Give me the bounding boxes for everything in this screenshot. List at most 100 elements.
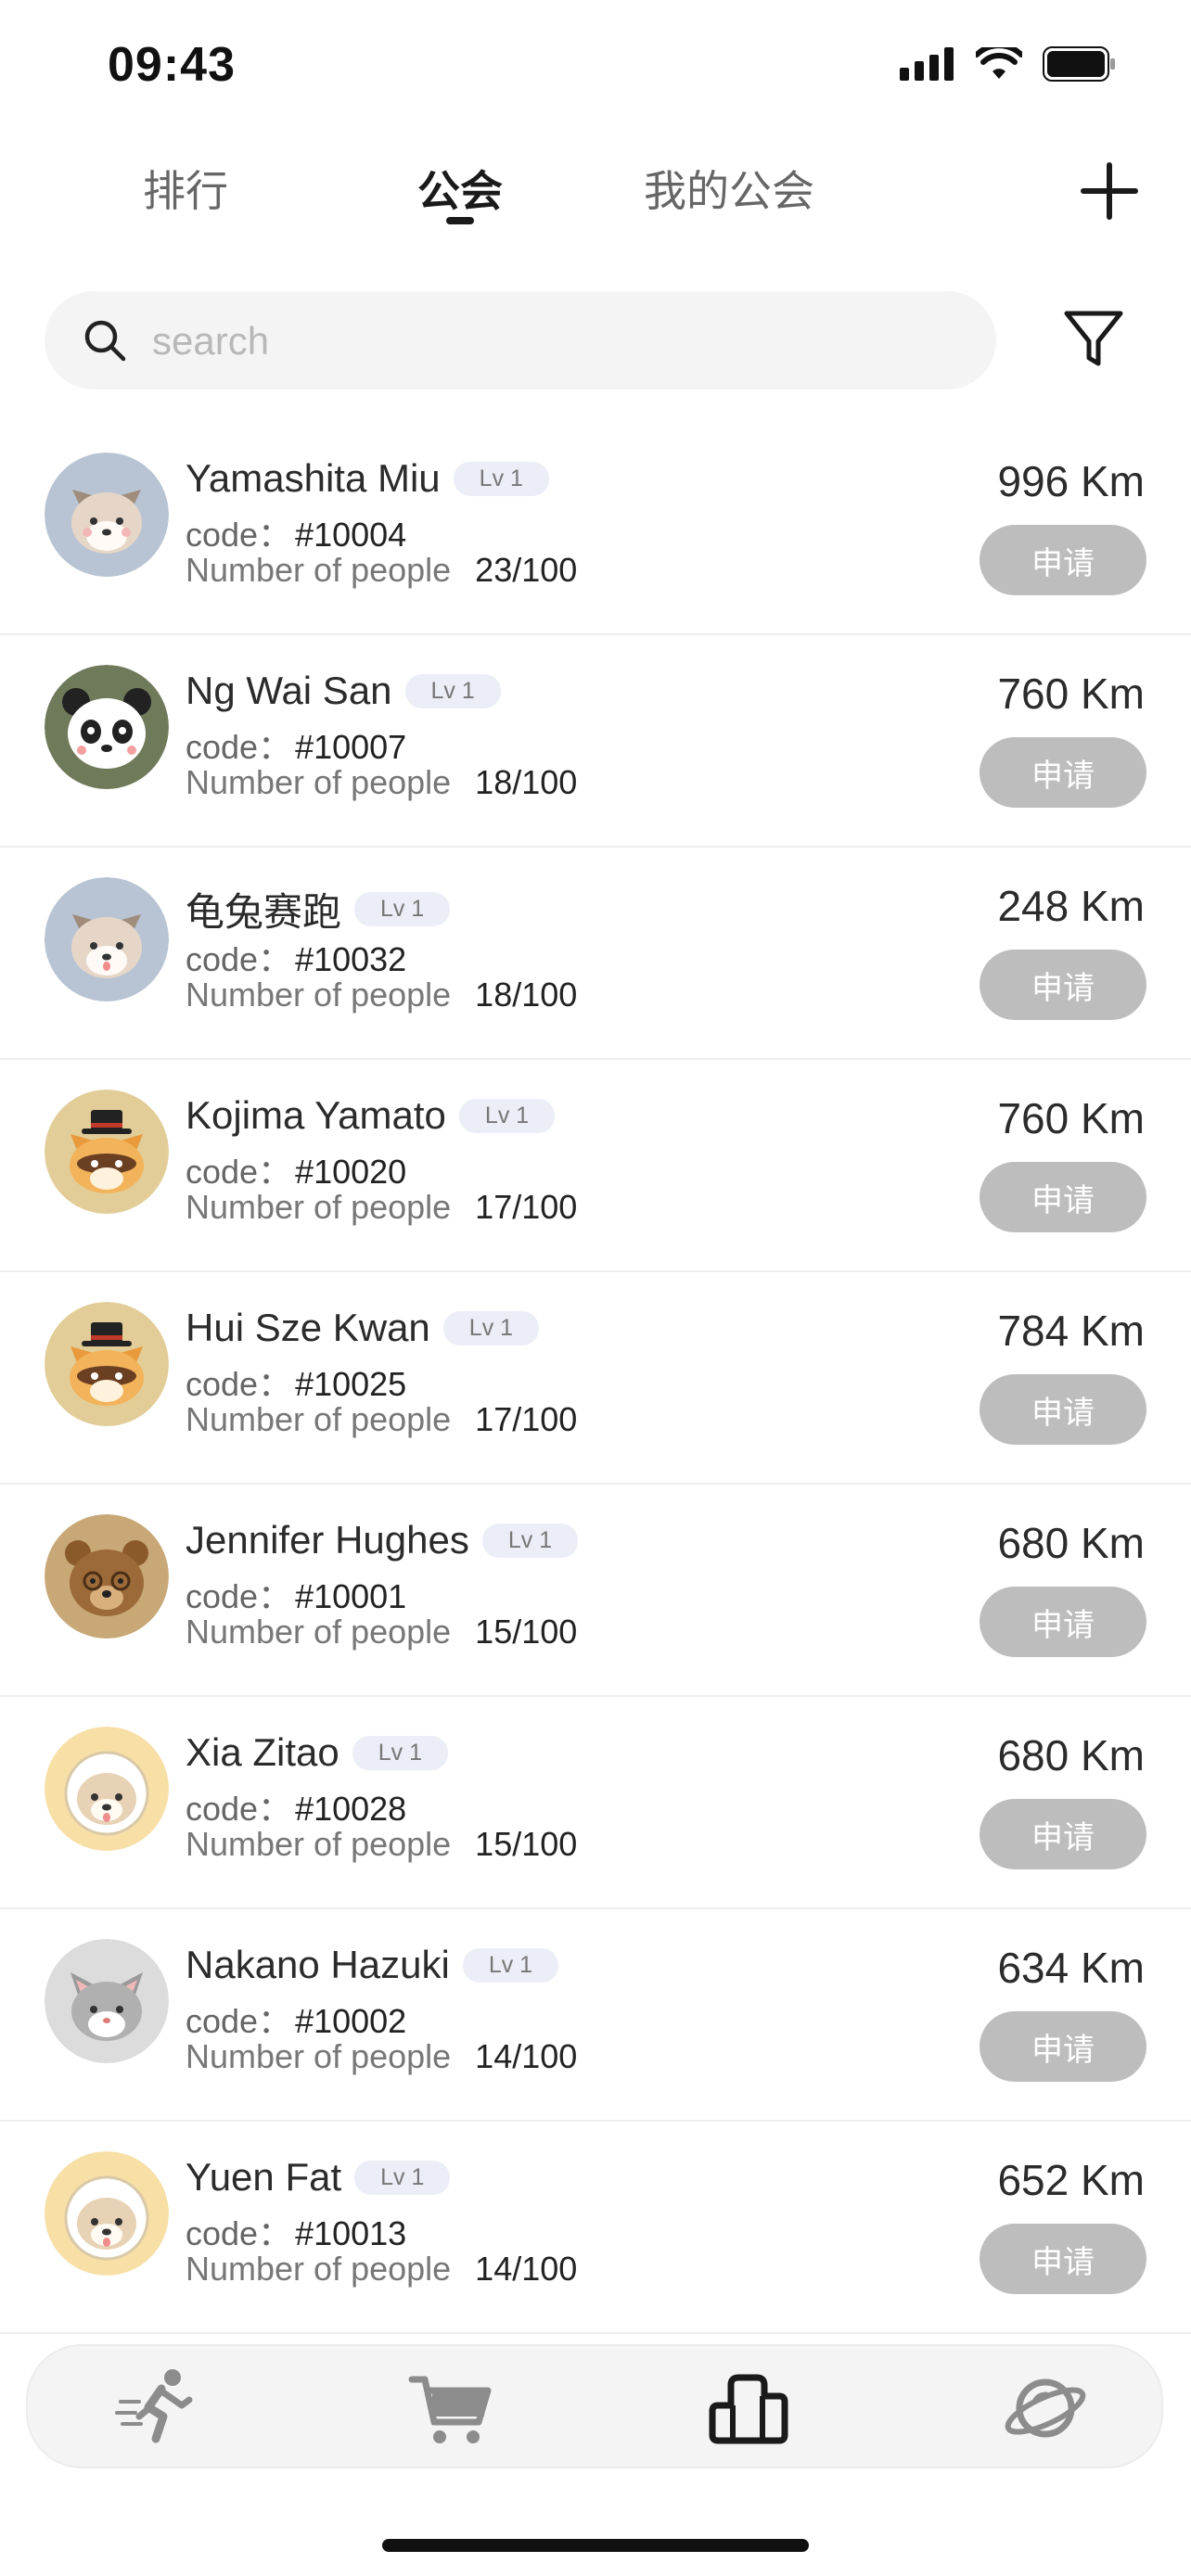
apply-button[interactable]: 申请 <box>980 1374 1146 1445</box>
tab-my-guild[interactable]: 我的公会 <box>644 158 814 219</box>
astronaut-dog-avatar <box>45 1727 169 1851</box>
panda-avatar <box>45 665 169 789</box>
guild-code: #10028 <box>295 1790 407 1828</box>
apply-button[interactable]: 申请 <box>980 525 1146 595</box>
guild-name-line: Ng Wai San Lv 1 <box>186 669 501 713</box>
guild-row[interactable]: Ng Wai San Lv 1 code： #10007 Number of pe… <box>0 635 1191 848</box>
grey-cat-avatar <box>45 1939 169 2063</box>
people-label: Number of people <box>186 763 452 801</box>
add-guild-button[interactable] <box>1076 158 1143 224</box>
guild-name-line: Kojima Yamato Lv 1 <box>186 1093 556 1138</box>
level-badge: Lv 1 <box>481 1523 579 1558</box>
bear-avatar <box>45 1514 169 1639</box>
top-tabs: 排行 公会 我的公会 <box>0 139 1191 250</box>
guild-name: Ng Wai San <box>186 669 392 712</box>
guild-name: Jennifer Hughes <box>186 1518 469 1562</box>
people-count: 17/100 <box>475 1188 578 1226</box>
guild-name: Kojima Yamato <box>186 1093 446 1137</box>
guild-row[interactable]: Hui Sze Kwan Lv 1 code： #10025 Number of … <box>0 1272 1191 1485</box>
search-input[interactable] <box>150 291 970 391</box>
astronaut-dog-avatar <box>45 2151 169 2276</box>
shiba-dog-avatar <box>45 877 169 1001</box>
code-line: code： #10001 <box>186 1570 406 1618</box>
people-label: Number of people <box>186 1613 452 1651</box>
battery-icon <box>1043 46 1115 82</box>
status-time: 09:43 <box>108 38 236 92</box>
raccoon-hat-avatar <box>45 1302 169 1426</box>
guild-row[interactable]: Nakano Hazuki Lv 1 code： #10002 Number of… <box>0 1909 1191 2122</box>
filter-icon[interactable] <box>1059 304 1128 373</box>
guild-row[interactable]: Yamashita Miu Lv 1 code： #10004 Number of… <box>0 423 1191 635</box>
level-badge: Lv 1 <box>404 673 501 708</box>
code-label: code： <box>186 1153 292 1191</box>
guild-name: Xia Zitao <box>186 1730 339 1774</box>
status-icons <box>900 46 1117 82</box>
search-bar <box>45 291 996 391</box>
people-line: Number of people 18/100 <box>186 976 577 1014</box>
active-tab-indicator <box>446 217 474 224</box>
guild-distance: 652 Km <box>997 2156 1145 2204</box>
status-bar: 09:43 <box>0 0 1191 130</box>
level-badge: Lv 1 <box>442 1310 540 1345</box>
people-count: 18/100 <box>475 976 578 1014</box>
guild-name-line: 龟兔赛跑 Lv 1 <box>186 881 451 937</box>
people-line: Number of people 14/100 <box>186 2037 577 2076</box>
guild-distance: 680 Km <box>997 1731 1145 1779</box>
guild-distance: 248 Km <box>997 882 1145 930</box>
guild-podium-icon[interactable] <box>705 2365 792 2452</box>
people-line: Number of people 23/100 <box>186 551 577 590</box>
guild-distance: 680 Km <box>997 1519 1145 1567</box>
guild-name-line: Yamashita Miu Lv 1 <box>186 456 549 501</box>
apply-button[interactable]: 申请 <box>980 2011 1146 2082</box>
level-badge: Lv 1 <box>352 1735 449 1770</box>
guild-name-line: Yuen Fat Lv 1 <box>186 2155 451 2200</box>
code-label: code： <box>186 516 292 554</box>
guild-name-line: Nakano Hazuki Lv 1 <box>186 1943 559 1987</box>
level-badge: Lv 1 <box>458 1098 556 1133</box>
code-line: code： #10013 <box>186 2207 406 2255</box>
guild-distance: 634 Km <box>997 1944 1145 1992</box>
guild-code: #10025 <box>295 1365 407 1403</box>
guild-row[interactable]: Jennifer Hughes Lv 1 code： #10001 Number … <box>0 1485 1191 1697</box>
guild-code: #10002 <box>295 2002 407 2040</box>
guild-code: #10001 <box>295 1577 407 1615</box>
people-label: Number of people <box>186 976 452 1014</box>
people-label: Number of people <box>186 2250 452 2288</box>
people-line: Number of people 15/100 <box>186 1613 577 1651</box>
home-indicator <box>382 2539 809 2552</box>
running-person-icon[interactable] <box>115 2365 202 2452</box>
people-count: 15/100 <box>475 1613 578 1651</box>
guild-distance: 760 Km <box>997 670 1145 718</box>
tab-ranking[interactable]: 排行 <box>143 158 228 219</box>
tab-guild[interactable]: 公会 <box>417 158 503 219</box>
shopping-cart-icon[interactable] <box>408 2365 495 2452</box>
raccoon-hat-avatar <box>45 1090 169 1214</box>
people-label: Number of people <box>186 1400 452 1438</box>
people-label: Number of people <box>186 2037 452 2075</box>
planet-icon[interactable] <box>1002 2365 1089 2452</box>
guild-name: Yamashita Miu <box>186 456 441 500</box>
code-label: code： <box>186 1790 292 1828</box>
apply-button[interactable]: 申请 <box>980 1587 1146 1657</box>
guild-name-line: Jennifer Hughes Lv 1 <box>186 1518 579 1562</box>
code-label: code： <box>186 940 292 978</box>
people-line: Number of people 17/100 <box>186 1400 577 1439</box>
people-label: Number of people <box>186 1188 452 1226</box>
guild-name-line: Hui Sze Kwan Lv 1 <box>186 1306 540 1350</box>
guild-row[interactable]: Kojima Yamato Lv 1 code： #10020 Number of… <box>0 1060 1191 1272</box>
guild-row[interactable]: 龟兔赛跑 Lv 1 code： #10032 Number of people 18… <box>0 848 1191 1060</box>
apply-button[interactable]: 申请 <box>980 1799 1146 1869</box>
guild-code: #10004 <box>295 516 407 554</box>
code-label: code： <box>186 2002 292 2040</box>
apply-button[interactable]: 申请 <box>980 950 1146 1020</box>
guild-distance: 996 Km <box>997 457 1145 505</box>
guild-row[interactable]: Yuen Fat Lv 1 code： #10013 Number of peop… <box>0 2122 1191 2334</box>
apply-button[interactable]: 申请 <box>980 737 1146 808</box>
apply-button[interactable]: 申请 <box>980 2224 1146 2294</box>
apply-button[interactable]: 申请 <box>980 1162 1146 1232</box>
code-label: code： <box>186 1577 292 1615</box>
people-line: Number of people 18/100 <box>186 763 577 802</box>
guild-row[interactable]: Xia Zitao Lv 1 code： #10028 Number of peo… <box>0 1697 1191 1909</box>
people-count: 14/100 <box>475 2037 578 2075</box>
guild-distance: 760 Km <box>997 1094 1145 1142</box>
